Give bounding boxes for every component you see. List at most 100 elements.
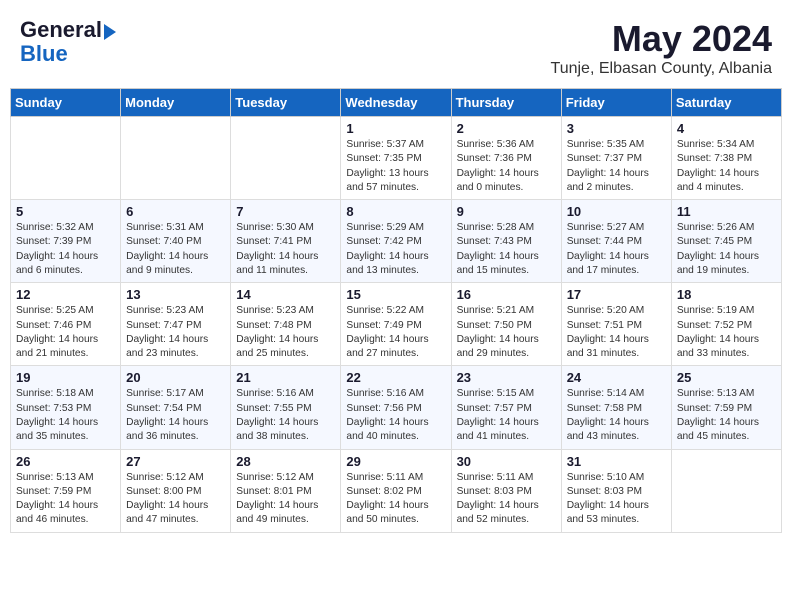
calendar-cell: 7 Sunrise: 5:30 AM Sunset: 7:41 PM Daylig… [231,200,341,283]
day-info: Sunrise: 5:28 AM Sunset: 7:43 PM Dayligh… [457,221,556,278]
calendar-cell: 13 Sunrise: 5:23 AM Sunset: 7:47 PM Dayli… [121,283,231,366]
calendar-cell: 28 Sunrise: 5:12 AM Sunset: 8:01 PM Dayli… [231,449,341,532]
day-number: 28 [236,454,335,469]
calendar-cell: 5Sunrise: 5:32 AM Sunset: 7:39 PM Daylig… [11,200,121,283]
calendar-cell: 22 Sunrise: 5:16 AM Sunset: 7:56 PM Dayli… [341,366,451,449]
day-number: 18 [677,287,776,302]
weekday-header: Tuesday [231,89,341,117]
calendar-cell: 31 Sunrise: 5:10 AM Sunset: 8:03 PM Dayli… [561,449,671,532]
day-number: 1 [346,121,445,136]
day-number: 2 [457,121,556,136]
calendar-week-row: 1 Sunrise: 5:37 AM Sunset: 7:35 PM Daylig… [11,117,782,200]
day-info: Sunrise: 5:13 AM Sunset: 7:59 PM Dayligh… [677,387,776,444]
day-number: 29 [346,454,445,469]
calendar-cell: 23 Sunrise: 5:15 AM Sunset: 7:57 PM Dayli… [451,366,561,449]
day-number: 7 [236,204,335,219]
calendar-cell: 18 Sunrise: 5:19 AM Sunset: 7:52 PM Dayli… [671,283,781,366]
day-number: 17 [567,287,666,302]
day-number: 6 [126,204,225,219]
day-number: 19 [16,370,115,385]
day-info: Sunrise: 5:31 AM Sunset: 7:40 PM Dayligh… [126,221,225,278]
calendar-week-row: 26 Sunrise: 5:13 AM Sunset: 7:59 PM Dayli… [11,449,782,532]
day-info: Sunrise: 5:30 AM Sunset: 7:41 PM Dayligh… [236,221,335,278]
page-header: General Blue May 2024 Tunje, Elbasan Cou… [10,10,782,82]
weekday-header: Sunday [11,89,121,117]
calendar-cell: 3 Sunrise: 5:35 AM Sunset: 7:37 PM Daylig… [561,117,671,200]
calendar-cell: 15Sunrise: 5:22 AM Sunset: 7:49 PM Dayli… [341,283,451,366]
calendar-cell: 12Sunrise: 5:25 AM Sunset: 7:46 PM Dayli… [11,283,121,366]
calendar-table: SundayMondayTuesdayWednesdayThursdayFrid… [10,88,782,533]
calendar-week-row: 5Sunrise: 5:32 AM Sunset: 7:39 PM Daylig… [11,200,782,283]
weekday-header: Monday [121,89,231,117]
weekday-header: Friday [561,89,671,117]
day-number: 21 [236,370,335,385]
calendar-cell: 8Sunrise: 5:29 AM Sunset: 7:42 PM Daylig… [341,200,451,283]
calendar-cell: 29 Sunrise: 5:11 AM Sunset: 8:02 PM Dayli… [341,449,451,532]
day-info: Sunrise: 5:23 AM Sunset: 7:48 PM Dayligh… [236,304,335,361]
day-number: 27 [126,454,225,469]
calendar-cell: 20Sunrise: 5:17 AM Sunset: 7:54 PM Dayli… [121,366,231,449]
day-info: Sunrise: 5:12 AM Sunset: 8:01 PM Dayligh… [236,471,335,528]
day-info: Sunrise: 5:14 AM Sunset: 7:58 PM Dayligh… [567,387,666,444]
calendar-cell: 30Sunrise: 5:11 AM Sunset: 8:03 PM Dayli… [451,449,561,532]
calendar-cell: 17Sunrise: 5:20 AM Sunset: 7:51 PM Dayli… [561,283,671,366]
month-title: May 2024 [551,18,772,60]
day-info: Sunrise: 5:21 AM Sunset: 7:50 PM Dayligh… [457,304,556,361]
calendar-cell: 11 Sunrise: 5:26 AM Sunset: 7:45 PM Dayli… [671,200,781,283]
day-info: Sunrise: 5:13 AM Sunset: 7:59 PM Dayligh… [16,471,115,528]
day-number: 3 [567,121,666,136]
logo: General Blue [20,18,116,66]
day-info: Sunrise: 5:17 AM Sunset: 7:54 PM Dayligh… [126,387,225,444]
day-info: Sunrise: 5:35 AM Sunset: 7:37 PM Dayligh… [567,138,666,195]
calendar-cell: 2 Sunrise: 5:36 AM Sunset: 7:36 PM Daylig… [451,117,561,200]
calendar-cell [11,117,121,200]
day-info: Sunrise: 5:10 AM Sunset: 8:03 PM Dayligh… [567,471,666,528]
logo-arrow-icon [104,24,116,40]
weekday-header: Thursday [451,89,561,117]
title-block: May 2024 Tunje, Elbasan County, Albania [551,18,772,78]
day-number: 11 [677,204,776,219]
logo-general: General [20,18,102,42]
day-info: Sunrise: 5:26 AM Sunset: 7:45 PM Dayligh… [677,221,776,278]
weekday-header: Saturday [671,89,781,117]
calendar-cell: 21Sunrise: 5:16 AM Sunset: 7:55 PM Dayli… [231,366,341,449]
day-info: Sunrise: 5:19 AM Sunset: 7:52 PM Dayligh… [677,304,776,361]
day-info: Sunrise: 5:36 AM Sunset: 7:36 PM Dayligh… [457,138,556,195]
day-info: Sunrise: 5:23 AM Sunset: 7:47 PM Dayligh… [126,304,225,361]
day-info: Sunrise: 5:37 AM Sunset: 7:35 PM Dayligh… [346,138,445,195]
calendar-cell: 25Sunrise: 5:13 AM Sunset: 7:59 PM Dayli… [671,366,781,449]
day-info: Sunrise: 5:34 AM Sunset: 7:38 PM Dayligh… [677,138,776,195]
calendar-week-row: 19 Sunrise: 5:18 AM Sunset: 7:53 PM Dayli… [11,366,782,449]
day-info: Sunrise: 5:27 AM Sunset: 7:44 PM Dayligh… [567,221,666,278]
calendar-cell: 10 Sunrise: 5:27 AM Sunset: 7:44 PM Dayli… [561,200,671,283]
day-number: 9 [457,204,556,219]
calendar-cell: 24 Sunrise: 5:14 AM Sunset: 7:58 PM Dayli… [561,366,671,449]
day-info: Sunrise: 5:22 AM Sunset: 7:49 PM Dayligh… [346,304,445,361]
calendar-cell: 9 Sunrise: 5:28 AM Sunset: 7:43 PM Daylig… [451,200,561,283]
day-info: Sunrise: 5:15 AM Sunset: 7:57 PM Dayligh… [457,387,556,444]
day-number: 4 [677,121,776,136]
weekday-header: Wednesday [341,89,451,117]
day-info: Sunrise: 5:29 AM Sunset: 7:42 PM Dayligh… [346,221,445,278]
day-number: 13 [126,287,225,302]
day-number: 31 [567,454,666,469]
calendar-cell: 1 Sunrise: 5:37 AM Sunset: 7:35 PM Daylig… [341,117,451,200]
day-info: Sunrise: 5:16 AM Sunset: 7:56 PM Dayligh… [346,387,445,444]
day-number: 12 [16,287,115,302]
day-number: 16 [457,287,556,302]
day-info: Sunrise: 5:11 AM Sunset: 8:02 PM Dayligh… [346,471,445,528]
calendar-cell [671,449,781,532]
calendar-cell [121,117,231,200]
calendar-cell: 4 Sunrise: 5:34 AM Sunset: 7:38 PM Daylig… [671,117,781,200]
day-number: 24 [567,370,666,385]
day-number: 23 [457,370,556,385]
day-number: 26 [16,454,115,469]
calendar-cell [231,117,341,200]
day-info: Sunrise: 5:18 AM Sunset: 7:53 PM Dayligh… [16,387,115,444]
calendar-cell: 6 Sunrise: 5:31 AM Sunset: 7:40 PM Daylig… [121,200,231,283]
calendar-header-row: SundayMondayTuesdayWednesdayThursdayFrid… [11,89,782,117]
day-number: 22 [346,370,445,385]
day-number: 10 [567,204,666,219]
day-number: 14 [236,287,335,302]
calendar-cell: 27Sunrise: 5:12 AM Sunset: 8:00 PM Dayli… [121,449,231,532]
